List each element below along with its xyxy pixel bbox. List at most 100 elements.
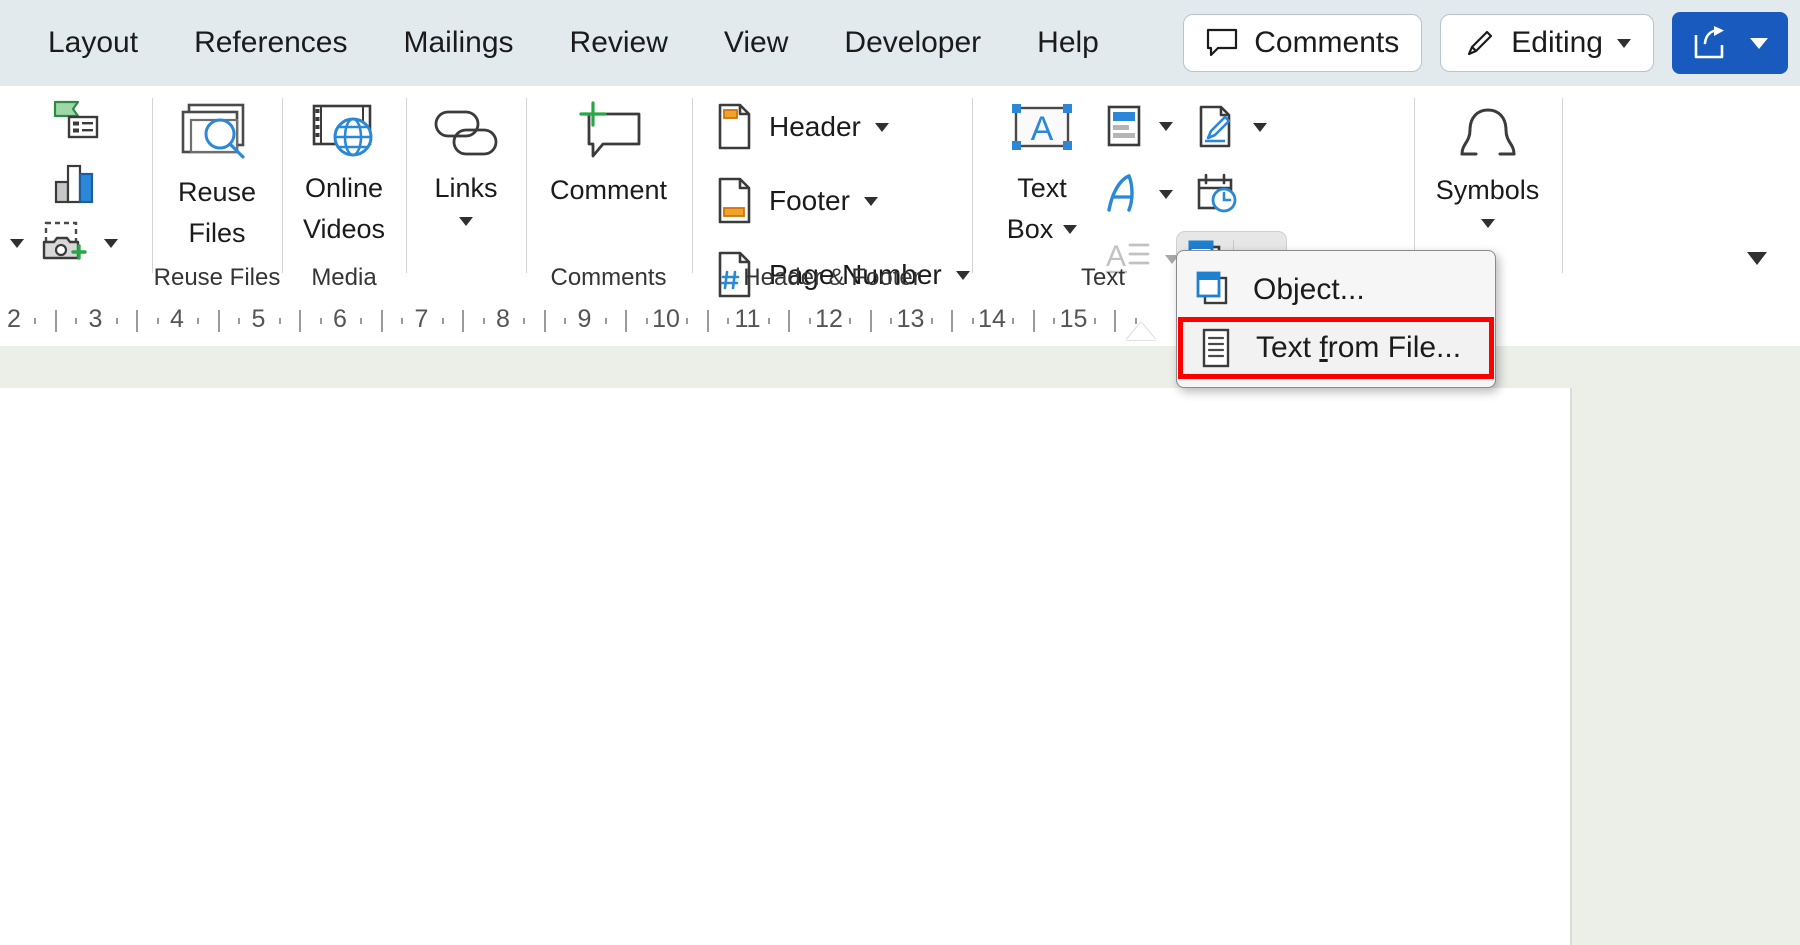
- ruler-tick: [360, 318, 363, 324]
- footer-page-icon: [715, 176, 755, 226]
- header-page-icon: [715, 102, 755, 152]
- ruler-tick-label: 15: [1059, 305, 1088, 333]
- share-chevron-down-icon[interactable]: [1750, 37, 1768, 49]
- header-button[interactable]: Header: [715, 102, 889, 152]
- ruler-tick: [727, 318, 730, 324]
- editing-mode-button[interactable]: Editing: [1440, 14, 1654, 72]
- menu-item-text-from-file[interactable]: Text from File...: [1178, 317, 1494, 379]
- menu-item-text-from-file-label: Text from File...: [1256, 331, 1462, 364]
- ruler-tick: [971, 318, 974, 324]
- online-videos-button[interactable]: Online Videos: [283, 100, 405, 250]
- chevron-down-icon: [1617, 38, 1631, 48]
- tab-developer[interactable]: Developer: [816, 0, 1009, 86]
- text-box-button[interactable]: A Text Box: [983, 100, 1101, 250]
- ruler-tick: [645, 318, 648, 324]
- share-arrow-icon: [1692, 25, 1730, 61]
- tab-review[interactable]: Review: [542, 0, 696, 86]
- svg-text:A: A: [1031, 110, 1054, 148]
- ruler-tick: [523, 318, 526, 324]
- ruler-tick: [115, 318, 118, 324]
- right-indent-marker[interactable]: [1126, 322, 1157, 340]
- ruler-tick: [278, 318, 281, 324]
- reuse-files-label-1: Reuse: [177, 177, 257, 207]
- footer-button[interactable]: Footer: [715, 176, 878, 226]
- text-box-label-2: Box: [1006, 214, 1054, 244]
- ruler-tick: [564, 318, 567, 324]
- new-comment-button[interactable]: Comment: [527, 100, 690, 211]
- online-videos-icon: [306, 100, 382, 168]
- ruler-tick: [462, 310, 465, 332]
- chevron-down-icon[interactable]: [1159, 121, 1173, 131]
- new-comment-label: Comment: [549, 175, 668, 205]
- ruler-tick: [319, 318, 322, 324]
- quick-parts-button[interactable]: [1103, 104, 1173, 148]
- links-label: Links: [434, 173, 498, 203]
- signature-line-button[interactable]: [1195, 104, 1267, 150]
- ruler-tick: [1032, 310, 1035, 332]
- ribbon-group-reuse-files: Reuse Files Reuse Files: [153, 86, 281, 300]
- tab-references[interactable]: References: [166, 0, 375, 86]
- reuse-files-label-2: Files: [188, 218, 246, 248]
- ribbon-group-comments: Comment Comments: [527, 86, 690, 300]
- document-page[interactable]: [0, 388, 1570, 945]
- reuse-files-button[interactable]: Reuse Files: [153, 100, 281, 254]
- tab-help[interactable]: Help: [1009, 0, 1127, 86]
- ruler-tick-label: 14: [978, 305, 1006, 333]
- share-button[interactable]: [1672, 12, 1788, 74]
- date-time-button[interactable]: [1195, 172, 1241, 216]
- chevron-down-icon[interactable]: [459, 217, 473, 226]
- ruler-tick-label: 9: [577, 305, 592, 333]
- ruler-tick: [686, 318, 689, 324]
- ruler-tick: [1093, 318, 1096, 324]
- ruler-tick: [482, 318, 485, 324]
- chevron-down-icon[interactable]: [1480, 219, 1495, 228]
- symbols-button[interactable]: Symbols: [1415, 100, 1560, 228]
- tab-view[interactable]: View: [696, 0, 816, 86]
- links-button[interactable]: Links: [407, 100, 525, 226]
- chevron-down-icon[interactable]: [863, 196, 878, 206]
- ruler-tick: [380, 310, 383, 332]
- object-icon: [1193, 268, 1233, 312]
- menu-item-object-label: Object...: [1253, 273, 1365, 306]
- comments-button[interactable]: Comments: [1183, 14, 1423, 72]
- tab-mailings[interactable]: Mailings: [376, 0, 542, 86]
- chevron-down-icon[interactable]: [1159, 189, 1173, 199]
- ruler-tick: [156, 318, 159, 324]
- comments-label: Comments: [1254, 26, 1400, 59]
- chevron-down-icon[interactable]: [1747, 251, 1767, 265]
- pencil-icon: [1463, 26, 1497, 60]
- ruler-ticks: 2 3 4 5 6 7 8 9 10 11 12 13 14 15: [0, 300, 1800, 346]
- ribbon-tabs: Layout References Mailings Review View D…: [0, 0, 1127, 86]
- ruler-tick: [951, 310, 954, 332]
- ribbon-group-media: Online Videos Media: [283, 86, 405, 300]
- smartart-button[interactable]: [52, 98, 100, 142]
- ruler-tick: [197, 318, 200, 324]
- ruler-tick: [299, 310, 302, 332]
- text-box-icon: A: [1000, 100, 1084, 168]
- signature-line-icon: [1195, 104, 1239, 150]
- editing-label: Editing: [1511, 26, 1603, 59]
- chevron-down-icon[interactable]: [1253, 122, 1267, 132]
- group-label-comments: Comments: [550, 264, 667, 291]
- chevron-down-icon[interactable]: [1063, 225, 1078, 234]
- wordart-button[interactable]: [1103, 172, 1173, 216]
- chevron-down-icon[interactable]: [10, 238, 24, 248]
- object-dropdown-menu: Object... Text from File...: [1176, 250, 1496, 388]
- chart-button[interactable]: [52, 160, 100, 206]
- menu-item-object[interactable]: Object...: [1177, 261, 1495, 319]
- chevron-down-icon[interactable]: [104, 238, 118, 248]
- online-videos-label-2: Videos: [302, 214, 386, 244]
- ribbon-collapse-button[interactable]: [1732, 236, 1782, 280]
- ruler-tick: [238, 318, 241, 324]
- date-time-icon: [1195, 172, 1241, 216]
- ruler-tick: [890, 318, 893, 324]
- chevron-down-icon[interactable]: [874, 122, 889, 132]
- horizontal-ruler[interactable]: 2 3 4 5 6 7 8 9 10 11 12 13 14 15: [0, 300, 1800, 346]
- ruler-tick-label: 3: [88, 305, 103, 333]
- ruler-tick: [706, 310, 709, 332]
- ruler-tick: [1012, 318, 1015, 324]
- ruler-tick: [75, 318, 78, 324]
- ribbon-tab-bar: Layout References Mailings Review View D…: [0, 0, 1800, 86]
- screenshot-button[interactable]: [10, 220, 118, 266]
- tab-layout[interactable]: Layout: [20, 0, 166, 86]
